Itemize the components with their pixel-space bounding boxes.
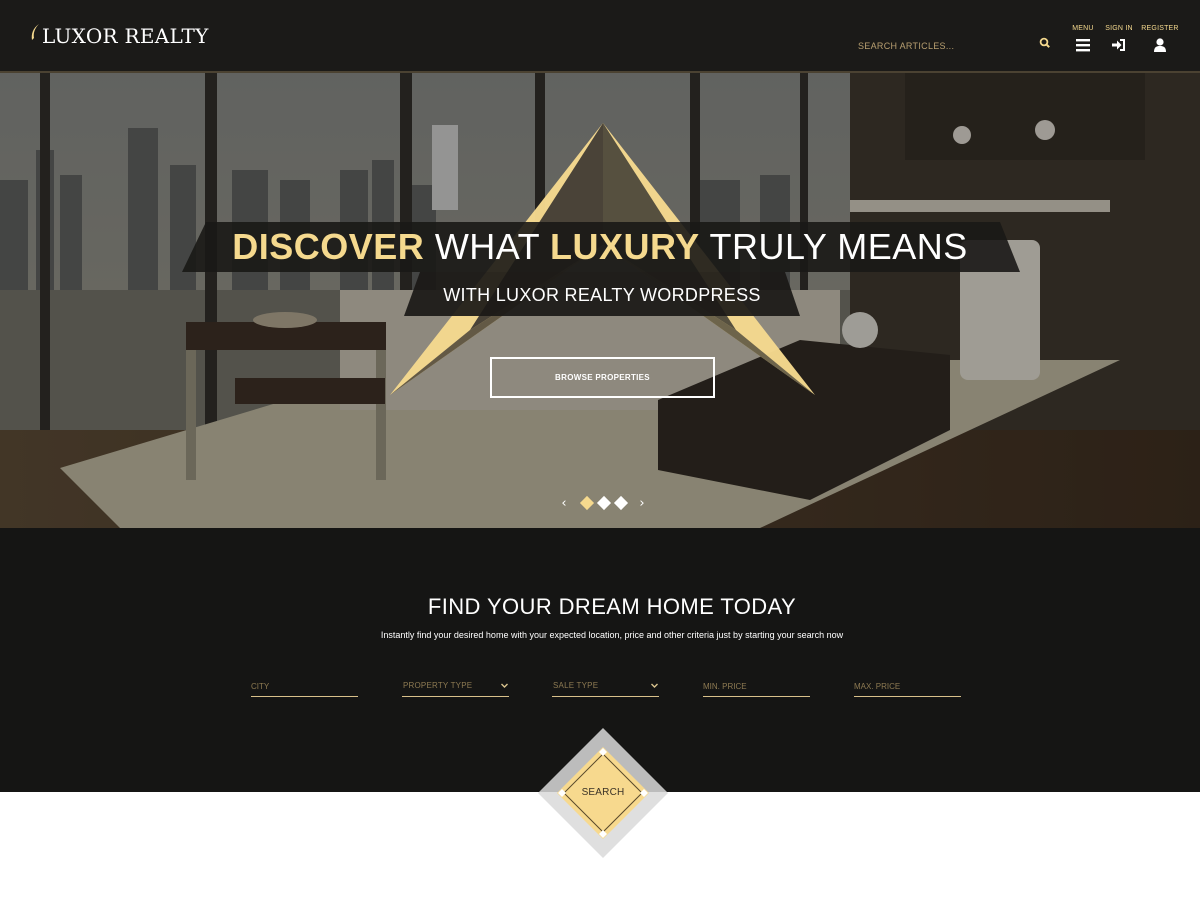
sign-in-icon [1112,39,1125,51]
property-type-select[interactable]: PROPERTY TYPE [402,676,509,697]
search-section-subtitle: Instantly find your desired home with yo… [380,630,844,640]
register-label: REGISTER [1141,25,1179,32]
site-header: LUXOR REALTY MENU SIGN IN REGISTER [0,0,1200,73]
sign-in-label: SIGN IN [1105,25,1133,32]
user-icon [1154,38,1166,52]
logo-feather-icon [30,24,40,50]
search-button[interactable] [557,747,649,839]
min-price-input[interactable] [703,676,810,696]
chevron-down-icon [651,683,658,688]
city-input[interactable] [251,676,358,696]
headline-luxury: LUXURY [549,226,700,267]
menu-button[interactable]: MENU [1063,25,1103,53]
sale-type-label: SALE TYPE [553,681,599,690]
headline-truly-means: TRULY MEANS [709,226,968,267]
search-icon[interactable] [1038,36,1052,50]
slider-dot[interactable] [596,495,612,511]
site-logo[interactable]: LUXOR REALTY [30,22,209,50]
max-price-field[interactable] [854,676,961,697]
logo-text: LUXOR REALTY [42,24,209,48]
sign-in-button[interactable]: SIGN IN [1099,25,1139,53]
hamburger-menu-icon [1076,39,1090,52]
header-search [858,34,1058,56]
headline-discover: DISCOVER [232,226,425,267]
property-type-label: PROPERTY TYPE [403,681,473,690]
hero-slider: DISCOVER WHAT LUXURY TRULY MEANS WITH LU… [0,0,1200,528]
min-price-field[interactable] [703,676,810,697]
chevron-down-icon [501,683,508,688]
browse-properties-button[interactable]: BROWSE PROPERTIES [490,357,715,398]
slider-next-arrow-icon[interactable]: › [636,495,648,513]
city-field[interactable] [251,676,358,697]
slider-prev-arrow-icon[interactable]: ‹ [558,495,570,513]
headline-what: WHAT [434,226,540,267]
hero-subheadline: WITH LUXOR REALTY WORDPRESS [443,285,761,305]
slider-dot[interactable] [613,495,629,511]
hero-headline: DISCOVER WHAT LUXURY TRULY MEANS [0,226,1200,268]
search-section-title: FIND YOUR DREAM HOME TODAY [427,594,797,619]
slider-dot-active[interactable] [579,495,595,511]
search-articles-input[interactable] [858,36,1033,56]
menu-label: MENU [1072,25,1094,32]
slider-controls: ‹ › [556,495,652,513]
max-price-input[interactable] [854,676,961,696]
register-button[interactable]: REGISTER [1140,25,1180,53]
sale-type-select[interactable]: SALE TYPE [552,676,659,697]
